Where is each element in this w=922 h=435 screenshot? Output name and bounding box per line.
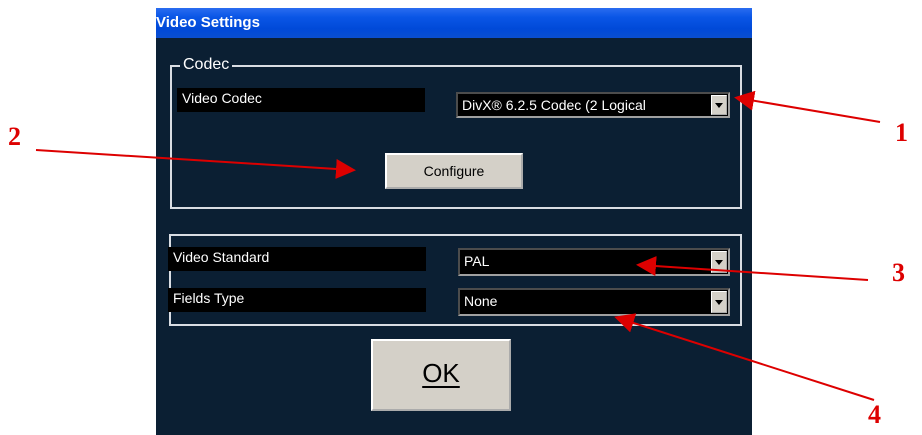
annotation-number-1: 1 (895, 118, 908, 147)
annotation-arrow-4 (614, 313, 875, 401)
annotation-number-4: 4 (868, 400, 881, 429)
annotation-number-3: 3 (892, 258, 905, 287)
annotation-arrow-3 (636, 256, 869, 281)
annotation-arrow-2 (35, 149, 356, 179)
annotation-arrows (35, 90, 881, 401)
annotation-arrow-1 (734, 90, 881, 123)
annotation-number-2: 2 (8, 122, 21, 151)
